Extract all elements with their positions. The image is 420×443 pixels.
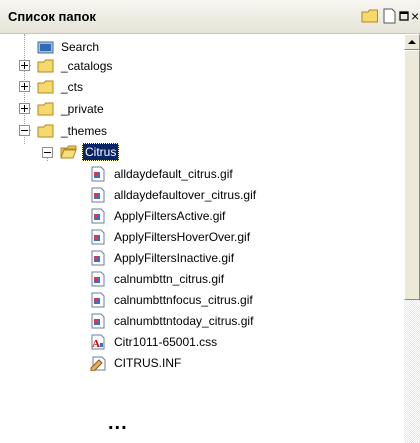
folder-tree: Search _catalogs _cts _private _themes C… xyxy=(0,34,404,443)
tree-item-label: Citr1011-65001.css xyxy=(114,335,218,349)
tree-file-item[interactable]: CITRUS.INF xyxy=(90,353,183,373)
collapse-toggle[interactable] xyxy=(42,147,53,158)
gif-file-icon xyxy=(90,187,107,203)
inf-file-icon xyxy=(90,355,107,372)
css-file-icon: A xyxy=(90,334,107,350)
tree-item-citrus[interactable]: Citrus xyxy=(60,142,120,162)
open-folder-icon xyxy=(37,123,54,139)
tree-item-catalogs[interactable]: _catalogs xyxy=(37,56,114,76)
tree-file-item[interactable]: ApplyFiltersHoverOver.gif xyxy=(90,227,252,247)
folder-list-panel: Список папок × Search _catalogs _cts _pr… xyxy=(0,0,420,443)
tree-file-item[interactable]: calnumbttnfocus_citrus.gif xyxy=(90,290,255,310)
tree-item-private[interactable]: _private xyxy=(37,99,106,119)
gif-file-icon xyxy=(90,271,107,287)
svg-text:A: A xyxy=(92,338,100,350)
tree-file-item[interactable]: calnumbttntoday_citrus.gif xyxy=(90,311,255,331)
expand-toggle[interactable] xyxy=(19,60,30,71)
gif-file-icon xyxy=(90,229,107,245)
tree-item-label: alldaydefaultover_citrus.gif xyxy=(114,188,257,202)
gif-file-icon xyxy=(90,166,107,182)
tree-item-label: ApplyFiltersInactive.gif xyxy=(114,251,235,265)
gif-file-icon xyxy=(90,313,107,329)
tree-item-label: _catalogs xyxy=(61,59,113,73)
more-items-ellipsis: ... xyxy=(108,412,128,434)
search-folder-icon xyxy=(37,39,54,55)
panel-header: Список папок × xyxy=(0,0,420,34)
tree-item-label: calnumbttn_citrus.gif xyxy=(114,272,225,286)
tree-file-item[interactable]: alldaydefaultover_citrus.gif xyxy=(90,185,258,205)
folder-icon xyxy=(37,79,54,95)
document-icon[interactable] xyxy=(383,8,396,24)
tree-item-label: _private xyxy=(61,102,104,116)
gif-file-icon xyxy=(90,208,107,224)
tree-item-themes[interactable]: _themes xyxy=(37,121,109,141)
tree-item-label: calnumbttntoday_citrus.gif xyxy=(114,314,254,328)
tree-item-label: ApplyFiltersHoverOver.gif xyxy=(114,230,251,244)
tree-item-label: alldaydefault_citrus.gif xyxy=(114,167,233,181)
panel-title: Список папок xyxy=(8,9,96,24)
tree-item-label: CITRUS.INF xyxy=(114,356,182,370)
tree-file-item[interactable]: calnumbttn_citrus.gif xyxy=(90,269,226,289)
tree-item-cts[interactable]: _cts xyxy=(37,77,85,97)
open-folder-icon xyxy=(60,144,77,160)
scrollbar-thumb[interactable] xyxy=(404,50,420,300)
tree-item-label: calnumbttnfocus_citrus.gif xyxy=(114,293,253,307)
tree-item-label: Search xyxy=(61,40,100,54)
gif-file-icon xyxy=(90,250,107,266)
tree-item-search[interactable]: Search xyxy=(37,37,101,57)
folder-icon xyxy=(37,101,54,117)
folder-icon xyxy=(37,58,54,74)
vertical-scrollbar[interactable] xyxy=(404,34,420,443)
folder-icon[interactable] xyxy=(361,8,379,24)
scroll-up-button[interactable] xyxy=(404,34,420,50)
gif-file-icon xyxy=(90,292,107,308)
tree-item-label: _themes xyxy=(61,124,108,138)
expand-toggle[interactable] xyxy=(19,81,30,92)
tree-item-label: ApplyFiltersActive.gif xyxy=(114,209,226,223)
tree-item-label: Citrus xyxy=(82,143,120,161)
collapse-toggle[interactable] xyxy=(19,125,30,136)
expand-toggle[interactable] xyxy=(19,103,30,114)
tree-item-label: _cts xyxy=(61,80,84,94)
restore-button[interactable] xyxy=(399,8,409,24)
tree-file-item[interactable]: alldaydefault_citrus.gif xyxy=(90,164,235,184)
tree-file-item[interactable]: ApplyFiltersActive.gif xyxy=(90,206,227,226)
tree-file-item[interactable]: A Citr1011-65001.css xyxy=(90,332,219,352)
close-button[interactable]: × xyxy=(411,8,420,24)
tree-file-item[interactable]: ApplyFiltersInactive.gif xyxy=(90,248,236,268)
